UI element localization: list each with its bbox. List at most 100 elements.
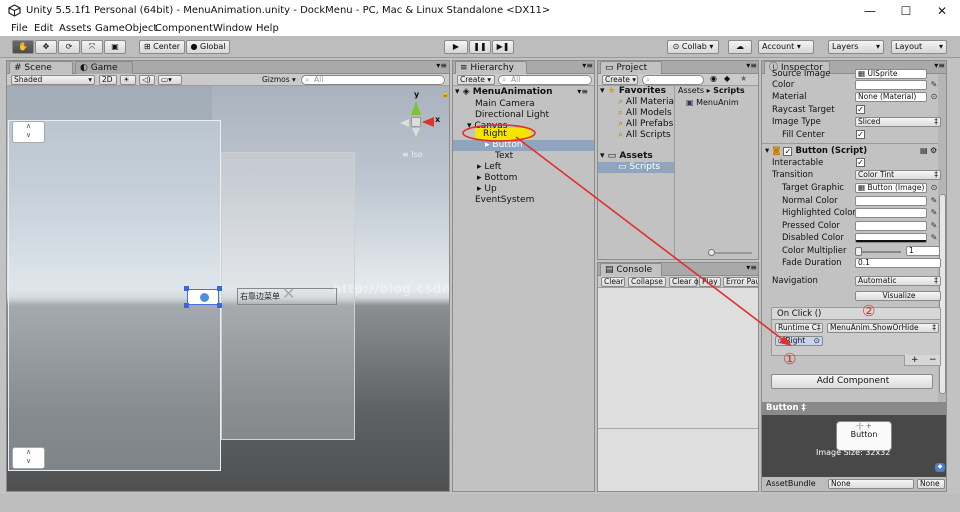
interactable-checkbox[interactable]: ✓ xyxy=(856,158,865,167)
hierarchy-item-bottom[interactable]: ▸ Bottom xyxy=(477,173,517,184)
gizmos-dropdown[interactable]: Gizmos ▾ xyxy=(262,75,296,84)
tag-icon[interactable]: ◆ xyxy=(935,463,945,472)
pivot-center-button[interactable]: ⊞ Center xyxy=(139,40,185,54)
favorite-all-materials[interactable]: ⌕ All Materia xyxy=(618,97,674,108)
normal-color-field[interactable] xyxy=(855,196,927,206)
console-clear-on-play-button[interactable]: Clear o xyxy=(669,277,699,287)
account-dropdown[interactable]: Account ▾ xyxy=(758,40,814,54)
rect-tool-button[interactable]: ▣ xyxy=(104,40,126,54)
filter-type-icon[interactable]: ◉ xyxy=(710,74,717,83)
visualize-button[interactable]: Visualize xyxy=(855,291,941,301)
rect-handle[interactable] xyxy=(217,303,222,308)
target-object-field[interactable]: ▫ Right ⊙ xyxy=(775,336,823,346)
menu-window[interactable]: Window xyxy=(213,23,252,34)
scripts-folder[interactable]: ▭ Scripts xyxy=(598,162,674,173)
rect-handle[interactable] xyxy=(184,286,189,291)
rect-handle[interactable] xyxy=(184,303,189,308)
tab-console[interactable]: ▤ Console xyxy=(600,263,662,276)
menu-assets[interactable]: Assets xyxy=(59,23,92,34)
transition-dropdown[interactable]: Color Tint ‡ xyxy=(855,170,941,180)
eyedropper-icon[interactable]: ✎ xyxy=(930,221,938,230)
2d-toggle-button[interactable]: 2D xyxy=(99,75,117,85)
eyedropper-icon[interactable]: ✎ xyxy=(930,80,938,89)
script-file-item[interactable]: ▣ MenuAnim xyxy=(686,97,739,108)
favorites-section[interactable]: ▾ ★ Favorites xyxy=(600,86,666,97)
favorite-all-prefabs[interactable]: ⌕ All Prefabs xyxy=(618,119,673,130)
layers-dropdown[interactable]: Layers ▾ xyxy=(828,40,884,54)
lock-icon[interactable]: 🔒 xyxy=(441,90,449,98)
favorite-all-models[interactable]: ⌕ All Models xyxy=(618,108,672,119)
remove-event-button[interactable]: − xyxy=(929,355,937,365)
lighting-toggle-button[interactable]: ☀ xyxy=(120,75,136,85)
console-play-button[interactable]: Play xyxy=(699,277,721,287)
object-picker-icon[interactable]: ⊙ xyxy=(930,92,938,101)
console-error-pause-button[interactable]: Error Pau xyxy=(723,277,758,287)
source-image-field[interactable]: ▦ UISprite xyxy=(855,69,927,79)
menu-help[interactable]: Help xyxy=(256,23,279,34)
hierarchy-item-main-camera[interactable]: Main Camera xyxy=(475,99,535,110)
breadcrumb-scripts[interactable]: Scripts xyxy=(713,86,745,95)
hand-tool-button[interactable]: ✋ xyxy=(12,40,34,54)
method-dropdown[interactable]: MenuAnim.ShowOrHide ‡ xyxy=(827,323,939,333)
gear-icon[interactable]: ⚙ xyxy=(930,146,937,155)
multiplier-slider[interactable] xyxy=(857,251,901,253)
menu-file[interactable]: File xyxy=(11,23,28,34)
space-global-button[interactable]: ● Global xyxy=(186,40,230,54)
tab-scene[interactable]: # Scene xyxy=(9,61,73,74)
component-enabled-checkbox[interactable]: ✓ xyxy=(783,147,793,156)
highlighted-color-field[interactable] xyxy=(855,208,927,218)
favorite-all-scripts[interactable]: ⌕ All Scripts xyxy=(618,130,671,141)
pressed-color-field[interactable] xyxy=(855,221,927,231)
hierarchy-item-text[interactable]: Text xyxy=(495,151,513,162)
step-button[interactable]: ▶❚ xyxy=(492,40,514,54)
hierarchy-item-button[interactable]: ▸ Button xyxy=(453,140,594,151)
panel-menu-icon[interactable]: ▾≡ xyxy=(746,263,757,272)
panel-menu-icon[interactable]: ▾≡ xyxy=(436,61,447,70)
tab-game[interactable]: ◐ Game xyxy=(75,61,133,74)
tab-project[interactable]: ▭ Project xyxy=(600,61,662,74)
object-picker-icon[interactable]: ⊙ xyxy=(930,183,938,192)
collab-button[interactable]: ⊙ Collab ▾ xyxy=(667,40,719,54)
image-type-dropdown[interactable]: Sliced ‡ xyxy=(855,117,941,127)
add-event-button[interactable]: + xyxy=(911,355,919,365)
eyedropper-icon[interactable]: ✎ xyxy=(930,196,938,205)
eyedropper-icon[interactable]: ✎ xyxy=(930,233,938,242)
orientation-gizmo[interactable]: y x xyxy=(393,90,441,150)
console-splitter[interactable] xyxy=(598,428,758,429)
assets-folder[interactable]: ▾ ▭ Assets xyxy=(600,151,653,162)
button-component-header[interactable]: ▾ ◙ ✓ Button (Script) xyxy=(765,145,867,157)
color-field[interactable] xyxy=(855,80,927,90)
scene-menu-icon[interactable]: ▾≡ xyxy=(577,87,588,96)
menu-gameobject[interactable]: GameObject xyxy=(95,23,157,34)
runtime-mode-dropdown[interactable]: Runtime C‡ xyxy=(775,323,823,333)
eyedropper-icon[interactable]: ✎ xyxy=(930,208,938,217)
scene-root-item[interactable]: ▾ ◈ MenuAnimation xyxy=(455,87,594,98)
panel-menu-icon[interactable]: ▾≡ xyxy=(934,61,945,70)
hierarchy-item-right[interactable]: Right xyxy=(475,128,531,140)
gizmo-center[interactable] xyxy=(411,117,421,127)
target-graphic-field[interactable]: ▦ Button (Image) xyxy=(855,183,927,193)
panel-menu-icon[interactable]: ▾≡ xyxy=(746,61,757,70)
hierarchy-item-eventsystem[interactable]: EventSystem xyxy=(475,195,534,206)
rect-handle[interactable] xyxy=(217,286,222,291)
menu-edit[interactable]: Edit xyxy=(34,23,53,34)
hierarchy-item-left[interactable]: ▸ Left xyxy=(477,162,501,173)
maximize-button[interactable]: ☐ xyxy=(888,0,924,22)
panel-menu-icon[interactable]: ▾≡ xyxy=(582,61,593,70)
hierarchy-item-up[interactable]: ▸ Up xyxy=(477,184,497,195)
fill-center-checkbox[interactable]: ✓ xyxy=(856,130,865,139)
hierarchy-create-button[interactable]: Create ▾ xyxy=(457,75,495,85)
rotate-tool-button[interactable]: ⟳ xyxy=(58,40,80,54)
filter-label-icon[interactable]: ◆ xyxy=(724,74,730,83)
raycast-checkbox[interactable]: ✓ xyxy=(856,105,865,114)
project-search-input[interactable]: ⌕ xyxy=(642,75,704,85)
console-collapse-button[interactable]: Collapse xyxy=(628,277,666,287)
pause-button[interactable]: ❚❚ xyxy=(469,40,491,54)
hierarchy-item-directional-light[interactable]: Directional Light xyxy=(475,110,549,121)
asset-bundle-dropdown[interactable]: None xyxy=(828,479,914,489)
navigation-dropdown[interactable]: Automatic ‡ xyxy=(855,276,941,286)
menu-component[interactable]: Component xyxy=(155,23,213,34)
slider-thumb[interactable] xyxy=(708,249,715,256)
effects-toggle-button[interactable]: ▭▾ xyxy=(158,75,182,85)
fade-duration-input[interactable]: 0.1 xyxy=(855,258,941,268)
